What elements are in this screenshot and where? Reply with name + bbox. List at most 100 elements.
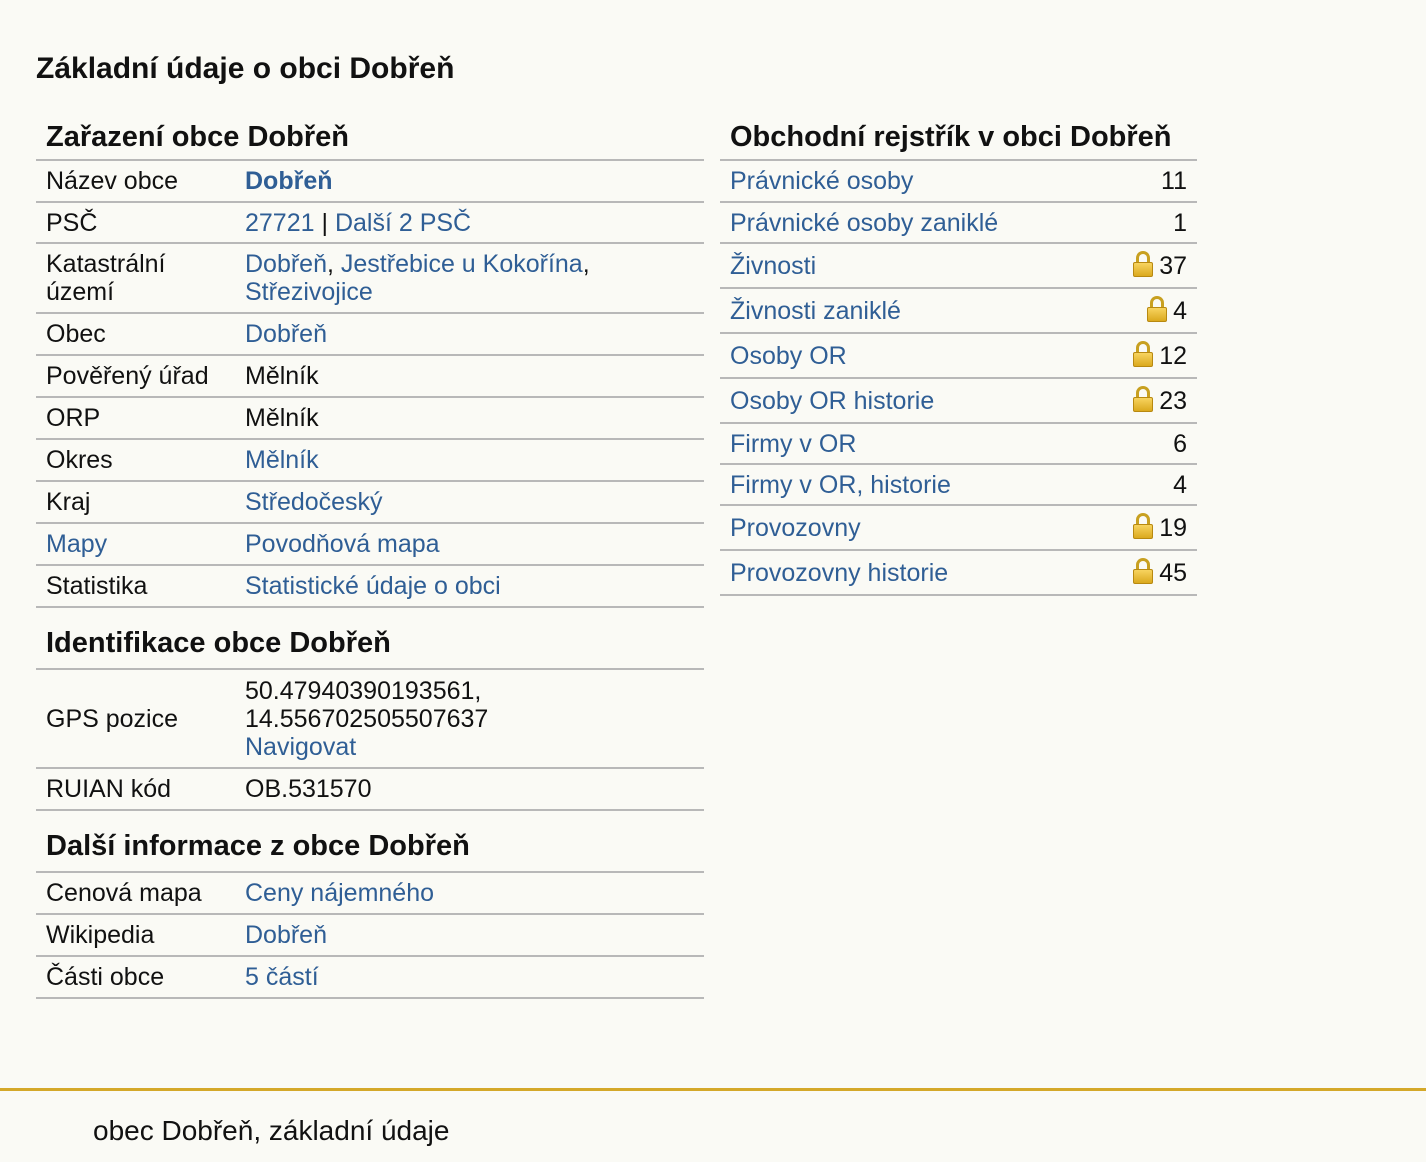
footer: obec Dobřeň, základní údaje (0, 1088, 1426, 1162)
gps-lon: 14.556702505507637 (245, 704, 489, 733)
count-value: 12 (1159, 342, 1187, 370)
table-row: PSČ 27721 | Další 2 PSČ (36, 202, 704, 244)
footer-text: obec Dobřeň, základní údaje (93, 1115, 450, 1146)
row-label: Cenová mapa (36, 873, 235, 915)
lock-icon (1133, 341, 1154, 367)
obec-info-column: Zařazení obce Dobřeň Název obce Dobřeň P… (36, 110, 704, 999)
lock-icon (1147, 296, 1168, 322)
row-label: Wikipedia (36, 914, 235, 957)
lock-icon (1133, 558, 1154, 584)
rejstrik-link[interactable]: Živnosti (730, 252, 816, 280)
table-row: Živnosti 37 (720, 243, 1197, 289)
navigate-link[interactable]: Navigovat (245, 733, 356, 761)
count-value: 1 (1173, 208, 1187, 237)
table-row: Pověřený úřad Mělník (36, 355, 704, 398)
statistika-link[interactable]: Statistické údaje o obci (245, 572, 501, 600)
obec-name-link[interactable]: Dobřeň (245, 167, 333, 195)
rejstrik-link[interactable]: Firmy v OR, historie (730, 471, 951, 499)
row-label: Statistika (36, 565, 235, 608)
povodnova-mapa-link[interactable]: Povodňová mapa (245, 530, 440, 558)
row-label: PSČ (36, 202, 235, 244)
table-row: Osoby OR historie 23 (720, 378, 1197, 424)
row-label: Okres (36, 439, 235, 482)
table-row: ORP Mělník (36, 397, 704, 440)
table-row: Mapy Povodňová mapa (36, 523, 704, 566)
table-row: Osoby OR 12 (720, 333, 1197, 379)
table-row: Živnosti zaniklé 4 (720, 288, 1197, 334)
ruian-value: OB.531570 (235, 768, 704, 811)
table-row: Wikipedia Dobřeň (36, 914, 704, 957)
table-row: GPS pozice 50.47940390193561, 14.55670250… (36, 670, 704, 769)
section-title-identifikace: Identifikace obce Dobřeň (36, 608, 704, 670)
rejstrik-link[interactable]: Osoby OR (730, 342, 847, 370)
rejstrik-link[interactable]: Právnické osoby (730, 167, 913, 195)
lock-icon (1133, 251, 1154, 277)
table-row: Právnické osoby zaniklé 1 (720, 202, 1197, 244)
obchodni-rejstrik-column: Obchodní rejstřík v obci Dobřeň Právnick… (720, 110, 1197, 596)
row-label: Části obce (36, 956, 235, 999)
rejstrik-link[interactable]: Právnické osoby zaniklé (730, 209, 998, 237)
gps-lat: 50.47940390193561, (245, 676, 482, 705)
table-row: Části obce 5 částí (36, 956, 704, 999)
table-row: Kraj Středočeský (36, 481, 704, 524)
count-value: 6 (1173, 429, 1187, 458)
row-label: ORP (36, 397, 235, 440)
table-row: Okres Mělník (36, 439, 704, 482)
lock-icon (1133, 386, 1154, 412)
table-row: Provozovny 19 (720, 505, 1197, 551)
row-label: Název obce (36, 161, 235, 203)
orp-value: Mělník (235, 397, 704, 440)
row-label: Katastrální území (36, 243, 235, 314)
psc-separator: | (321, 208, 328, 237)
count-value: 11 (1161, 167, 1187, 195)
comma: , (327, 250, 334, 278)
table-row: Provozovny historie 45 (720, 550, 1197, 596)
rejstrik-table: Právnické osoby 11 Právnické osoby zaniklé… (720, 161, 1197, 596)
rejstrik-link[interactable]: Osoby OR historie (730, 387, 934, 415)
rejstrik-link[interactable]: Živnosti zaniklé (730, 297, 901, 325)
section-title-rejstrik: Obchodní rejstřík v obci Dobřeň (720, 110, 1197, 161)
count-value: 23 (1159, 387, 1187, 415)
section-title-zarazeni: Zařazení obce Dobřeň (36, 110, 704, 161)
lock-icon (1133, 513, 1154, 539)
okres-link[interactable]: Mělník (245, 446, 319, 474)
ceny-najemneho-link[interactable]: Ceny nájemného (245, 879, 434, 907)
row-label: Obec (36, 313, 235, 356)
more-psc-link[interactable]: Další 2 PSČ (335, 209, 471, 237)
row-label: GPS pozice (36, 670, 235, 769)
mapy-link[interactable]: Mapy (46, 530, 107, 558)
row-label: Kraj (36, 481, 235, 524)
section-title-dalsi: Další informace z obce Dobřeň (36, 811, 704, 873)
rejstrik-link[interactable]: Provozovny (730, 514, 861, 542)
table-row: Právnické osoby 11 (720, 161, 1197, 203)
katastr-link-dobren[interactable]: Dobřeň (245, 250, 327, 278)
table-row: Cenová mapa Ceny nájemného (36, 873, 704, 915)
row-label: RUIAN kód (36, 768, 235, 811)
table-row: Statistika Statistické údaje o obci (36, 565, 704, 608)
kraj-link[interactable]: Středočeský (245, 488, 383, 516)
count-value: 45 (1159, 559, 1187, 587)
page-title: Základní údaje o obci Dobřeň (36, 52, 455, 85)
katastr-link-strezivojice[interactable]: Střezivojice (245, 278, 373, 306)
dalsi-table: Cenová mapa Ceny nájemného Wikipedia Dob… (36, 873, 704, 999)
table-row: Firmy v OR, historie 4 (720, 464, 1197, 506)
comma: , (582, 250, 590, 278)
povereny-value: Mělník (235, 355, 704, 398)
zarazeni-table: Název obce Dobřeň PSČ 27721 | Další 2 PS… (36, 161, 704, 608)
table-row: Název obce Dobřeň (36, 161, 704, 203)
identifikace-table: GPS pozice 50.47940390193561, 14.55670250… (36, 670, 704, 811)
count-value: 4 (1173, 297, 1187, 325)
rejstrik-link[interactable]: Provozovny historie (730, 559, 948, 587)
katastr-link-jestrebice[interactable]: Jestřebice u Kokořína (341, 250, 583, 278)
obec-link[interactable]: Dobřeň (245, 320, 327, 348)
table-row: RUIAN kód OB.531570 (36, 768, 704, 811)
row-label: Pověřený úřad (36, 355, 235, 398)
count-value: 37 (1159, 252, 1187, 280)
casti-obce-link[interactable]: 5 částí (245, 963, 319, 991)
count-value: 4 (1173, 470, 1187, 499)
wikipedia-link[interactable]: Dobřeň (245, 921, 327, 949)
psc-link[interactable]: 27721 (245, 209, 315, 237)
table-row: Katastrální území Dobřeň, Jestřebice u K… (36, 243, 704, 314)
rejstrik-link[interactable]: Firmy v OR (730, 430, 856, 458)
table-row: Firmy v OR 6 (720, 423, 1197, 465)
